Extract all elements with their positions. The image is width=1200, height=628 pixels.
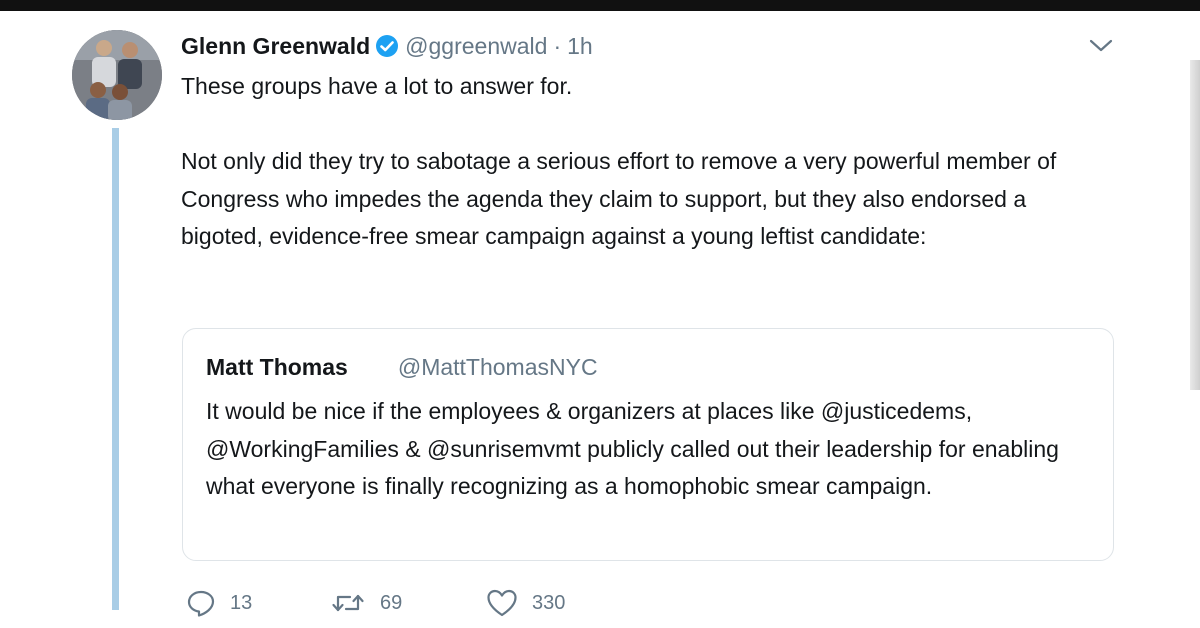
retweet-button[interactable]: 69: [330, 588, 402, 618]
reply-icon: [187, 590, 215, 617]
tweet-header: Glenn Greenwald @ggreenwald · 1h: [181, 30, 593, 62]
tweet-timestamp[interactable]: 1h: [567, 33, 593, 60]
thread-connector-line: [112, 128, 119, 610]
tweet-paragraph: These groups have a lot to answer for.: [181, 73, 573, 99]
avatar[interactable]: [72, 30, 162, 120]
retweet-count: 69: [380, 591, 403, 614]
like-button[interactable]: 330: [486, 588, 565, 618]
verified-badge-icon: [375, 34, 399, 58]
heart-icon: [487, 589, 517, 617]
quoted-tweet-card[interactable]: Matt Thomas @MattThomasNYC It would be n…: [182, 328, 1114, 561]
reply-count: 13: [230, 591, 253, 614]
quoted-author-handle: @MattThomasNYC: [397, 354, 598, 380]
reply-button[interactable]: 13: [186, 588, 252, 618]
window-right-edge: [1190, 60, 1200, 390]
tweet-text: These groups have a lot to answer for. N…: [181, 68, 1111, 256]
author-name[interactable]: Glenn Greenwald: [181, 33, 370, 60]
window-top-edge: [0, 0, 1200, 11]
tweet-paragraph: Not only did they try to sabotage a seri…: [181, 148, 1057, 249]
quoted-author-name: Matt Thomas: [206, 354, 348, 380]
retweet-icon: [332, 594, 364, 612]
author-handle[interactable]: @ggreenwald: [405, 33, 547, 60]
like-count: 330: [532, 591, 566, 614]
tweet-actions: 13 69 330: [186, 588, 786, 628]
quoted-tweet-text: It would be nice if the employees & orga…: [206, 398, 1059, 499]
chevron-down-icon[interactable]: [1088, 36, 1114, 56]
quoted-tweet-header: Matt Thomas @MattThomasNYC: [206, 354, 598, 381]
header-separator: ·: [553, 32, 562, 59]
